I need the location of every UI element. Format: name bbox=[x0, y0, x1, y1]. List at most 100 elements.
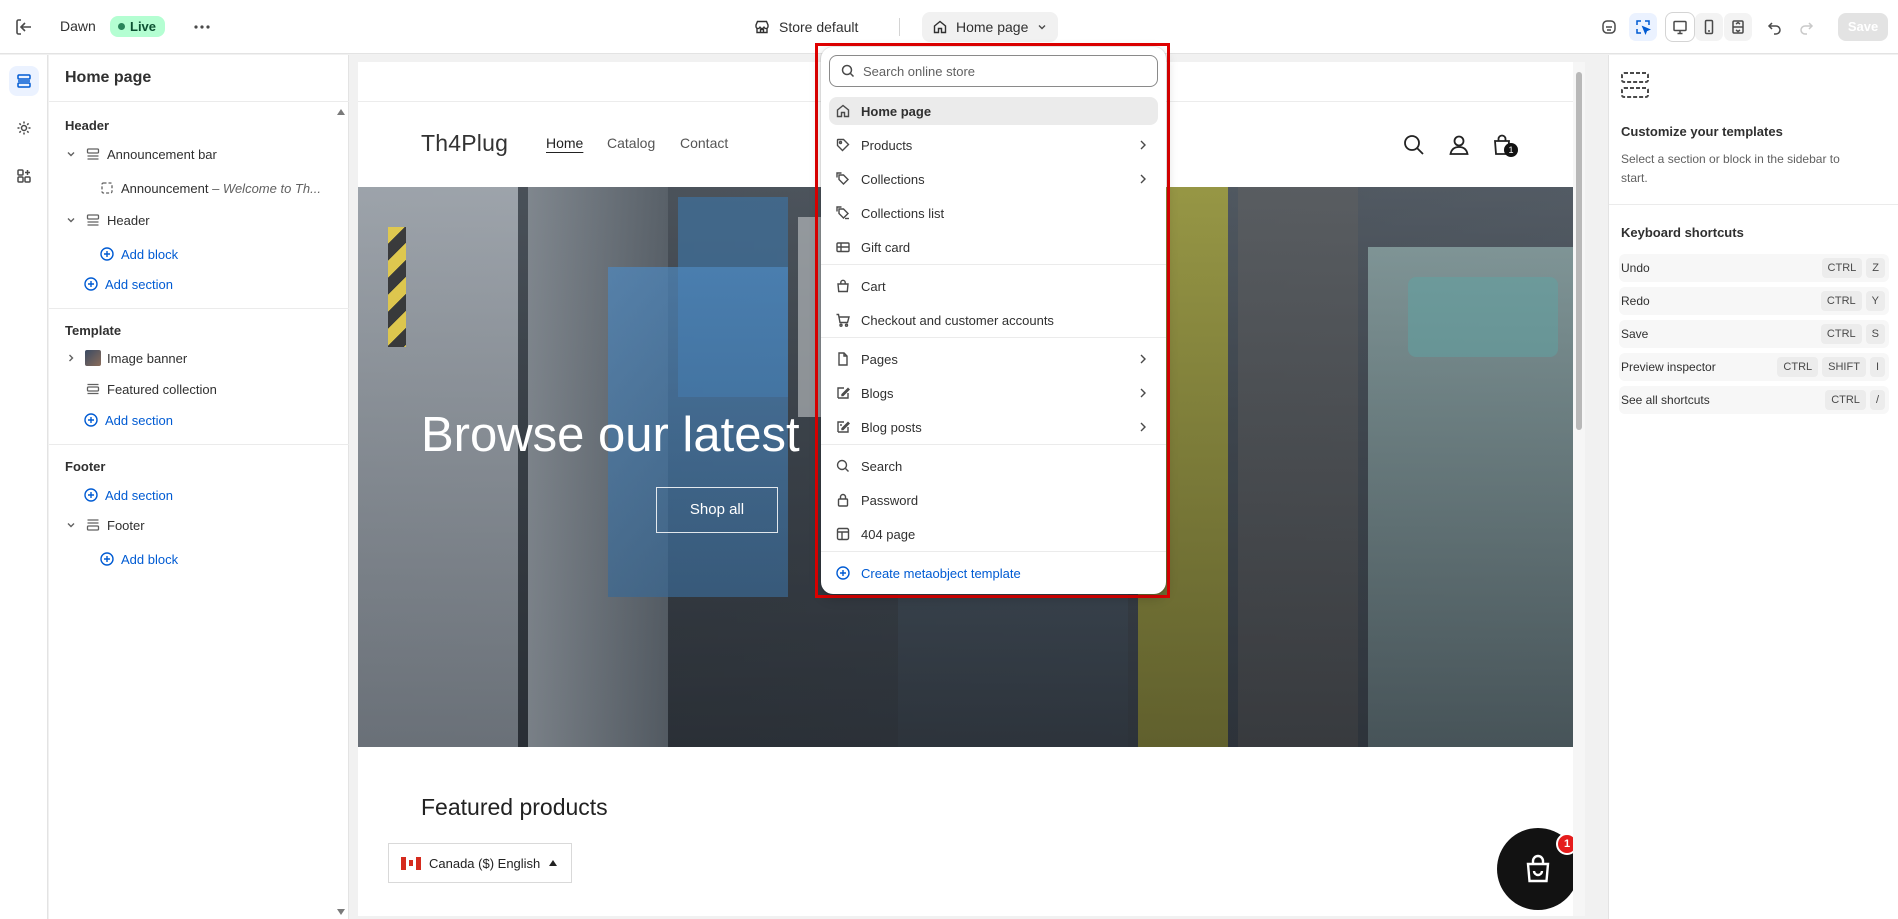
shop-all-button[interactable]: Shop all bbox=[656, 487, 778, 533]
undo-button[interactable] bbox=[1761, 13, 1789, 41]
redo-button[interactable] bbox=[1792, 13, 1820, 41]
search-input[interactable] bbox=[863, 63, 1143, 79]
redo-icon bbox=[1800, 22, 1814, 35]
menu-item-blogs[interactable]: Blogs bbox=[829, 379, 1158, 407]
app-embeds-button[interactable] bbox=[1595, 13, 1623, 41]
menu-item-blog-posts[interactable]: Blog posts bbox=[829, 413, 1158, 441]
banner-heading[interactable]: Browse our latest bbox=[421, 407, 800, 463]
section-icon bbox=[86, 214, 100, 226]
theme-settings-tab[interactable] bbox=[9, 113, 39, 143]
canada-flag-icon bbox=[401, 856, 421, 870]
chevron-right-icon[interactable] bbox=[63, 350, 79, 366]
block-detail: – Welcome to Th... bbox=[212, 180, 321, 196]
save-button[interactable]: Save bbox=[1838, 13, 1888, 41]
key: Z bbox=[1866, 258, 1885, 278]
bag-icon bbox=[1526, 854, 1550, 883]
group-footer-label: Footer bbox=[65, 459, 106, 474]
menu-item-collections[interactable]: Collections bbox=[829, 165, 1158, 193]
scroll-up-icon[interactable] bbox=[336, 108, 346, 116]
menu-item-collections-list[interactable]: Collections list bbox=[829, 199, 1158, 227]
store-logo[interactable]: Th4Plug bbox=[421, 130, 508, 157]
more-actions-icon[interactable] bbox=[190, 15, 214, 39]
app-embeds-tab[interactable] bbox=[9, 161, 39, 191]
sidebar-title: Home page bbox=[65, 69, 152, 86]
menu-item-password[interactable]: Password bbox=[829, 486, 1158, 514]
add-section-button[interactable]: Add section bbox=[83, 271, 173, 297]
add-section-button[interactable]: Add section bbox=[83, 407, 173, 433]
inspector-toggle[interactable] bbox=[1629, 13, 1657, 41]
store-context-button[interactable]: Store default bbox=[754, 14, 858, 40]
section-announcement-bar[interactable]: Announcement bar bbox=[63, 141, 217, 167]
live-badge: Live bbox=[110, 16, 166, 37]
search-field[interactable] bbox=[829, 55, 1158, 87]
fullscreen-icon bbox=[1732, 20, 1744, 34]
menu-item-search[interactable]: Search bbox=[829, 452, 1158, 480]
shortcut-undo: Undo CTRL Z bbox=[1619, 254, 1889, 282]
account-icon[interactable] bbox=[1446, 132, 1472, 158]
sections-sidebar: Home page Header Announcement bar Announ… bbox=[49, 55, 349, 919]
divider bbox=[821, 264, 1166, 265]
banner-image bbox=[388, 227, 406, 347]
store-label: Store default bbox=[779, 19, 859, 35]
fullscreen-view-button[interactable] bbox=[1724, 13, 1752, 41]
page-selector[interactable]: Home page bbox=[922, 12, 1059, 42]
menu-item-checkout[interactable]: Checkout and customer accounts bbox=[829, 306, 1158, 334]
scroll-down-icon[interactable] bbox=[336, 908, 346, 916]
key: Y bbox=[1865, 291, 1885, 311]
menu-item-home-page[interactable]: Home page bbox=[829, 97, 1158, 125]
layout-icon bbox=[836, 527, 850, 541]
blog-icon bbox=[837, 387, 850, 399]
section-footer[interactable]: Footer bbox=[63, 512, 145, 538]
divider bbox=[49, 308, 349, 309]
preview-scrollbar[interactable] bbox=[1573, 62, 1585, 916]
desktop-view-button[interactable] bbox=[1666, 13, 1694, 41]
chevron-down-icon[interactable] bbox=[63, 212, 79, 228]
exit-icon[interactable] bbox=[12, 15, 36, 39]
chevron-right-icon bbox=[1140, 422, 1146, 432]
section-header[interactable]: Header bbox=[63, 207, 150, 233]
key: I bbox=[1869, 357, 1885, 377]
section-featured-collection[interactable]: Featured collection bbox=[85, 376, 217, 402]
blog-post-icon bbox=[837, 421, 850, 433]
caret-up-icon bbox=[549, 860, 558, 866]
section-label: Header bbox=[107, 212, 150, 228]
divider bbox=[49, 444, 349, 445]
banner-image bbox=[1408, 277, 1558, 357]
shortcut-see-all[interactable]: See all shortcuts CTRL / bbox=[1619, 386, 1889, 414]
add-block-button[interactable]: Add block bbox=[99, 546, 178, 572]
menu-item-products[interactable]: Products bbox=[829, 131, 1158, 159]
search-icon[interactable] bbox=[1401, 132, 1427, 158]
menu-item-cart[interactable]: Cart bbox=[829, 272, 1158, 300]
mobile-icon bbox=[1704, 19, 1714, 35]
panel-description: Select a section or block in the sidebar… bbox=[1621, 152, 1840, 185]
shortcut-save: Save CTRL S bbox=[1619, 320, 1889, 348]
theme-name[interactable]: Dawn bbox=[60, 18, 96, 34]
apps-icon bbox=[17, 169, 31, 183]
section-label: Featured collection bbox=[107, 381, 217, 397]
featured-heading[interactable]: Featured products bbox=[421, 794, 608, 821]
block-announcement[interactable]: Announcement – Welcome to Th... bbox=[99, 175, 321, 201]
chevron-down-icon[interactable] bbox=[63, 517, 79, 533]
image-thumbnail bbox=[85, 350, 101, 366]
chevron-right-icon bbox=[1140, 388, 1146, 398]
section-image-banner[interactable]: Image banner bbox=[63, 345, 187, 371]
nav-link-contact[interactable]: Contact bbox=[680, 135, 728, 151]
menu-item-pages[interactable]: Pages bbox=[829, 345, 1158, 373]
nav-link-catalog[interactable]: Catalog bbox=[607, 135, 655, 151]
chevron-down-icon[interactable] bbox=[63, 146, 79, 162]
nav-link-home[interactable]: Home bbox=[546, 135, 583, 151]
menu-item-gift-card[interactable]: Gift card bbox=[829, 233, 1158, 261]
add-section-button[interactable]: Add section bbox=[83, 482, 173, 508]
sections-tab[interactable] bbox=[9, 66, 39, 96]
create-metaobject-template-button[interactable]: Create metaobject template bbox=[829, 559, 1158, 587]
page-selector-dropdown: Home page Products Collections Collectio… bbox=[821, 47, 1166, 594]
country-language-selector[interactable]: Canada ($) English bbox=[388, 843, 572, 883]
banner-image bbox=[358, 187, 518, 747]
menu-item-404-page[interactable]: 404 page bbox=[829, 520, 1158, 548]
divider bbox=[899, 18, 900, 36]
shortcuts-heading: Keyboard shortcuts bbox=[1621, 225, 1744, 240]
add-block-button[interactable]: Add block bbox=[99, 241, 178, 267]
section-label: Announcement bar bbox=[107, 146, 217, 162]
mobile-view-button[interactable] bbox=[1695, 13, 1723, 41]
section-label: Footer bbox=[107, 517, 145, 533]
